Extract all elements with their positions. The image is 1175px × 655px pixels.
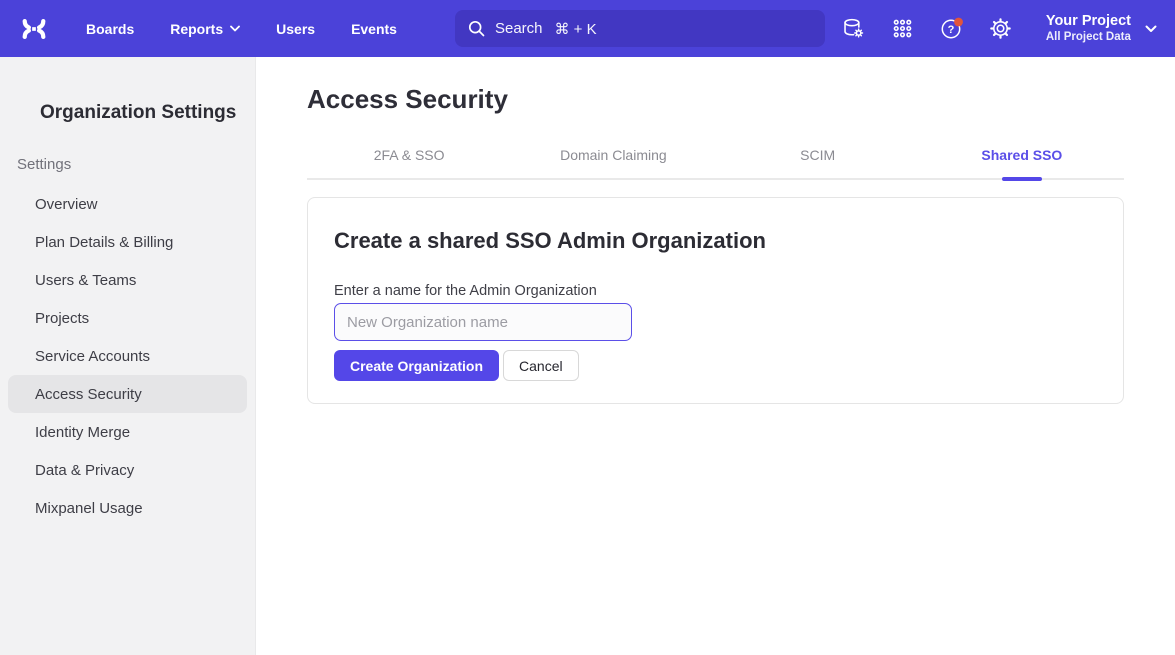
primary-nav: Boards Reports Users Events [86,21,397,37]
search-icon [468,20,485,37]
shared-sso-card: Create a shared SSO Admin Organization E… [307,197,1124,404]
project-name: Your Project [1046,12,1131,30]
sidebar-item-data-privacy[interactable]: Data & Privacy [8,451,247,489]
sidebar-item-mixpanel-usage[interactable]: Mixpanel Usage [8,489,247,527]
sidebar-item-users-teams[interactable]: Users & Teams [8,261,247,299]
main-content: Access Security 2FA & SSO Domain Claimin… [256,57,1175,655]
data-management-icon[interactable] [842,17,866,41]
top-navbar: Boards Reports Users Events Search ⌘ + K [0,0,1175,57]
sidebar-item-access-security[interactable]: Access Security [8,375,247,413]
sidebar-title: Organization Settings [40,101,255,125]
org-name-input[interactable] [334,303,632,341]
page-title: Access Security [307,83,1124,115]
help-icon[interactable]: ? [940,17,964,41]
nav-users[interactable]: Users [276,21,315,37]
sidebar-item-plan-details-billing[interactable]: Plan Details & Billing [8,223,247,261]
project-data-scope: All Project Data [1046,30,1131,44]
navbar-right: ? Your Project All Project Data [842,12,1157,45]
create-organization-button[interactable]: Create Organization [334,350,499,381]
sidebar-nav: Overview Plan Details & Billing Users & … [0,185,255,527]
cancel-button[interactable]: Cancel [503,350,579,381]
sidebar-item-service-accounts[interactable]: Service Accounts [8,337,247,375]
mixpanel-logo[interactable] [18,15,50,43]
search-shortcut: ⌘ + K [555,20,597,38]
search-input[interactable]: Search ⌘ + K [455,10,825,47]
nav-events[interactable]: Events [351,21,397,37]
nav-reports[interactable]: Reports [170,21,240,37]
tab-scim[interactable]: SCIM [716,135,920,178]
tab-domain-claiming[interactable]: Domain Claiming [511,135,715,178]
card-title: Create a shared SSO Admin Organization [334,227,1093,254]
apps-grid-icon[interactable] [891,17,915,41]
sidebar-item-overview[interactable]: Overview [8,185,247,223]
nav-reports-label: Reports [170,21,223,37]
project-switcher[interactable]: Your Project All Project Data [1046,12,1157,45]
search-placeholder: Search [495,20,543,37]
sidebar-item-projects[interactable]: Projects [8,299,247,337]
card-actions: Create Organization Cancel [334,350,1093,381]
settings-gear-icon[interactable] [989,17,1013,41]
nav-boards[interactable]: Boards [86,21,134,37]
tab-shared-sso[interactable]: Shared SSO [920,135,1124,178]
notification-dot [954,17,963,26]
tab-bar: 2FA & SSO Domain Claiming SCIM Shared SS… [307,135,1124,180]
sidebar: Organization Settings Settings Overview … [0,57,256,655]
svg-text:?: ? [947,24,954,36]
sidebar-item-identity-merge[interactable]: Identity Merge [8,413,247,451]
tab-2fa-sso[interactable]: 2FA & SSO [307,135,511,178]
org-name-label: Enter a name for the Admin Organization [334,282,1093,300]
chevron-down-icon [1145,25,1157,33]
chevron-down-icon [230,25,240,32]
sidebar-section-label: Settings [17,155,255,175]
